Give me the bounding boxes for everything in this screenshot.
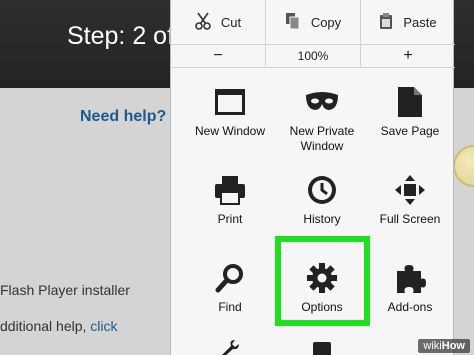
magnifier-icon	[212, 260, 248, 296]
zoom-out-button[interactable]: −	[171, 45, 266, 67]
edit-controls: Cut Copy Paste	[171, 0, 455, 44]
options-highlight	[275, 236, 370, 326]
tile-label: Add-ons	[387, 300, 433, 314]
new-window-button[interactable]: New Window	[183, 80, 277, 160]
copy-label: Copy	[310, 14, 342, 30]
additional-help-text: dditional help, click	[0, 318, 118, 334]
fullscreen-icon	[392, 172, 428, 208]
full-screen-button[interactable]: Full Screen	[363, 168, 457, 248]
paste-button[interactable]: Paste	[361, 0, 455, 44]
zoom-controls: − 100% +	[171, 44, 455, 68]
installer-text: Flash Player installer	[0, 282, 130, 298]
copy-icon	[285, 12, 301, 33]
tile-label: History	[303, 212, 341, 226]
tile-label: Save Page	[380, 124, 440, 138]
zoom-in-button[interactable]: +	[361, 45, 455, 67]
device-icon	[304, 338, 340, 355]
printer-icon	[212, 172, 248, 208]
developer-button[interactable]	[183, 338, 277, 355]
clipboard-icon	[379, 12, 393, 33]
cut-button[interactable]: Cut	[171, 0, 266, 44]
copy-button[interactable]: Copy	[266, 0, 361, 44]
cut-label: Cut	[220, 14, 242, 30]
add-ons-button[interactable]: Add-ons	[363, 256, 457, 336]
puzzle-icon	[392, 260, 428, 296]
tile-label: Print	[217, 212, 243, 226]
click-link[interactable]: click	[90, 318, 117, 334]
wrench-icon	[212, 338, 248, 355]
zoom-level[interactable]: 100%	[266, 45, 361, 67]
paste-label: Paste	[403, 14, 437, 30]
page-icon	[392, 84, 428, 120]
step-indicator: Step: 2 of	[67, 22, 175, 50]
scissors-icon	[195, 12, 211, 33]
tile-label: New Window	[194, 124, 266, 138]
new-private-window-button[interactable]: New Private Window	[275, 80, 369, 160]
need-help-link[interactable]: Need help?	[80, 108, 166, 126]
wikihow-watermark: wikiHow	[418, 339, 470, 353]
find-button[interactable]: Find	[183, 256, 277, 336]
sync-button[interactable]	[275, 338, 369, 355]
clock-icon	[304, 172, 340, 208]
window-icon	[212, 84, 248, 120]
print-button[interactable]: Print	[183, 168, 277, 248]
tile-label: Find	[218, 300, 242, 314]
mask-icon	[304, 84, 340, 120]
tile-label: New Private Window	[289, 124, 355, 153]
save-page-button[interactable]: Save Page	[363, 80, 457, 160]
tile-label: Full Screen	[379, 212, 441, 226]
